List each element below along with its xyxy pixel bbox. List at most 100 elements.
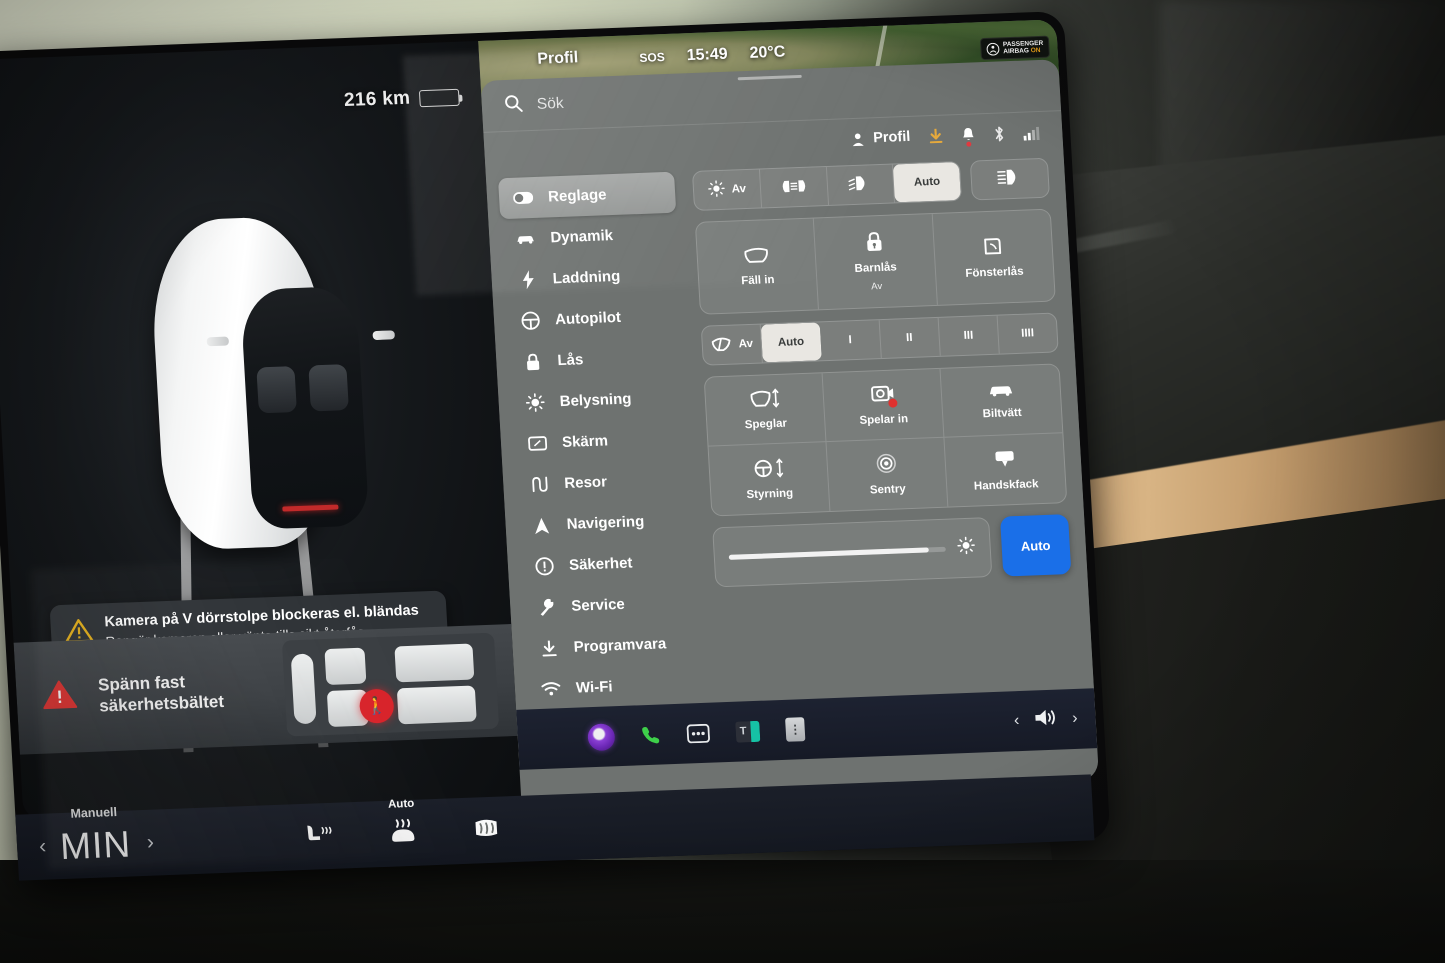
wiper-control-row: Av Auto I II III IIII — [700, 312, 1059, 366]
wiper-off-label: Av — [738, 337, 754, 351]
mirror-lock-row: Fäll in Barnlås Av Fönsterlås — [694, 208, 1056, 315]
dashcam-label: Spelar in — [859, 413, 909, 427]
speaker-icon[interactable] — [1033, 707, 1059, 734]
glovebox-label: Handskfack — [973, 477, 1039, 493]
exclamation-circle-icon — [534, 556, 555, 576]
volume-down-button[interactable]: ‹ — [1013, 712, 1019, 730]
wiper-speed-3-button[interactable]: III — [938, 315, 1000, 356]
wiper-speed-4-label: IIII — [1020, 327, 1035, 340]
lights-segment-group[interactable]: Av Auto — [691, 160, 963, 211]
window-lock-button[interactable]: Fönsterlås — [932, 210, 1054, 305]
sidebar-label: Lås — [556, 351, 584, 370]
brightness-auto-button[interactable]: Auto — [999, 514, 1072, 577]
trips-icon — [529, 476, 550, 494]
search-input[interactable]: Sök — [536, 94, 564, 113]
controls-column: Av Auto Fäll in Barnlås Av Fönsterlås Av… — [686, 151, 1098, 760]
bluetooth-icon[interactable] — [993, 125, 1006, 142]
sidebar-item-dynamik[interactable]: Dynamik — [500, 213, 678, 261]
car-wash-icon — [987, 382, 1014, 401]
download-icon — [538, 639, 559, 658]
card-icon[interactable]: ⋮ — [785, 717, 806, 742]
airbag-line2: AIRBAG — [1003, 47, 1030, 56]
sidebar-item-programvara[interactable]: Programvara — [524, 622, 702, 670]
status-bar: SOS 15:49 20°C — [639, 43, 786, 66]
sidebar-item-laddning[interactable]: Laddning — [503, 254, 681, 302]
mirror-fold-button[interactable]: Fäll in — [695, 218, 820, 314]
wiper-auto-label: Auto — [777, 335, 805, 349]
high-beam-button[interactable] — [969, 157, 1050, 201]
sidebar-item-resor[interactable]: Resor — [514, 458, 692, 506]
car-wash-button[interactable]: Biltvätt — [940, 364, 1063, 438]
wiper-off-button[interactable]: Av — [701, 324, 764, 365]
sidebar-label: Reglage — [547, 186, 607, 206]
front-defrost-button[interactable]: Auto — [387, 797, 419, 849]
low-beam-button[interactable] — [826, 164, 896, 205]
sentry-label: Sentry — [869, 483, 907, 497]
mirrors-button[interactable]: Speglar — [704, 373, 827, 447]
seatbelt-line2: säkerhetsbältet — [98, 691, 225, 716]
brightness-track[interactable] — [728, 546, 946, 560]
temp-increase-button[interactable]: › — [146, 831, 154, 855]
person-icon — [852, 132, 864, 146]
wiper-auto-button[interactable]: Auto — [760, 322, 823, 363]
volume-up-button[interactable]: › — [1072, 710, 1078, 728]
sidebar-item-las[interactable]: Lås — [507, 335, 685, 383]
ellipsis-icon[interactable] — [686, 723, 710, 743]
phone-icon[interactable] — [640, 725, 661, 746]
temp-decrease-button[interactable]: ‹ — [38, 835, 46, 859]
volume-control[interactable]: ‹ › — [1013, 706, 1078, 734]
steering-label: Styrning — [746, 486, 794, 501]
lights-off-button[interactable]: Av — [692, 169, 762, 210]
brightness-slider[interactable] — [712, 517, 993, 588]
sos-indicator[interactable]: SOS — [639, 50, 665, 65]
sidebar-label: Säkerhet — [568, 554, 633, 574]
sidebar-item-sakerhet[interactable]: Säkerhet — [519, 540, 697, 588]
dashcam-button[interactable]: Spelar in — [822, 368, 945, 443]
profile-button[interactable]: Profil — [850, 129, 911, 147]
sentry-button[interactable]: Sentry — [826, 437, 949, 512]
wiper-icon — [710, 335, 732, 356]
driver-temperature-control[interactable]: Manuell MIN › — [59, 804, 155, 866]
sidebar-item-service[interactable]: Service — [521, 581, 699, 629]
lights-control-row: Av Auto — [691, 157, 1050, 211]
sidebar-label: Dynamik — [549, 227, 614, 247]
cellular-signal-icon[interactable] — [1023, 124, 1043, 141]
rear-defrost-button[interactable] — [471, 816, 502, 844]
sidebar-item-navigering[interactable]: Navigering — [517, 499, 695, 547]
software-download-icon[interactable] — [928, 128, 944, 145]
media-disc-icon[interactable] — [587, 722, 616, 751]
center-display-panel[interactable]: Profil SOS 15:49 20°C PASSENGER AIRBAG O… — [478, 19, 1100, 802]
wiper-speed-4-button[interactable]: IIII — [997, 313, 1057, 353]
t-badge-icon[interactable]: T — [735, 720, 761, 743]
sidebar-item-skarm[interactable]: Skärm — [512, 417, 690, 465]
sidebar-item-belysning[interactable]: Belysning — [510, 376, 688, 424]
lights-auto-button[interactable]: Auto — [893, 162, 961, 203]
bell-icon[interactable] — [961, 126, 976, 147]
wiper-speed-3-label: III — [963, 329, 974, 342]
display-icon — [527, 436, 548, 452]
seat-heater-button[interactable] — [303, 821, 335, 851]
brightness-row: Auto — [712, 514, 1072, 588]
wifi-icon — [541, 681, 562, 697]
wiper-segment-group[interactable]: Av Auto I II III IIII — [700, 312, 1059, 366]
seatbelt-warning-strip: Spänn fast säkerhetsbältet 🚶 — [13, 624, 518, 755]
sidebar-item-reglage[interactable]: Reglage — [498, 171, 677, 220]
child-lock-button[interactable]: Barnlås Av — [814, 214, 938, 310]
glovebox-button[interactable]: Handskfack — [944, 433, 1066, 506]
parking-lights-button[interactable] — [759, 167, 829, 208]
tesla-touchscreen[interactable]: 216 km Kamera på V dörrstolpe blockeras … — [0, 11, 1117, 881]
car-icon — [515, 232, 536, 245]
photo-scene: 216 km Kamera på V dörrstolpe blockeras … — [0, 0, 1445, 963]
passenger-airbag-indicator: PASSENGER AIRBAG ON — [979, 35, 1051, 61]
wiper-speed-1-label: I — [848, 334, 853, 347]
sidebar-item-autopilot[interactable]: Autopilot — [505, 295, 683, 343]
wiper-speed-2-button[interactable]: II — [879, 317, 941, 359]
settings-sidebar[interactable]: Reglage Dynamik Laddning Autopilot Lås B… — [486, 165, 720, 768]
sidebar-label: Laddning — [552, 267, 621, 288]
steering-button[interactable]: Styrning — [708, 442, 831, 516]
steering-adjust-icon — [753, 457, 784, 481]
wiper-speed-1-button[interactable]: I — [820, 320, 882, 361]
lights-auto-label: Auto — [913, 175, 941, 189]
map-profile-label[interactable]: Profil — [537, 49, 579, 69]
child-lock-label: Barnlås — [854, 261, 898, 275]
